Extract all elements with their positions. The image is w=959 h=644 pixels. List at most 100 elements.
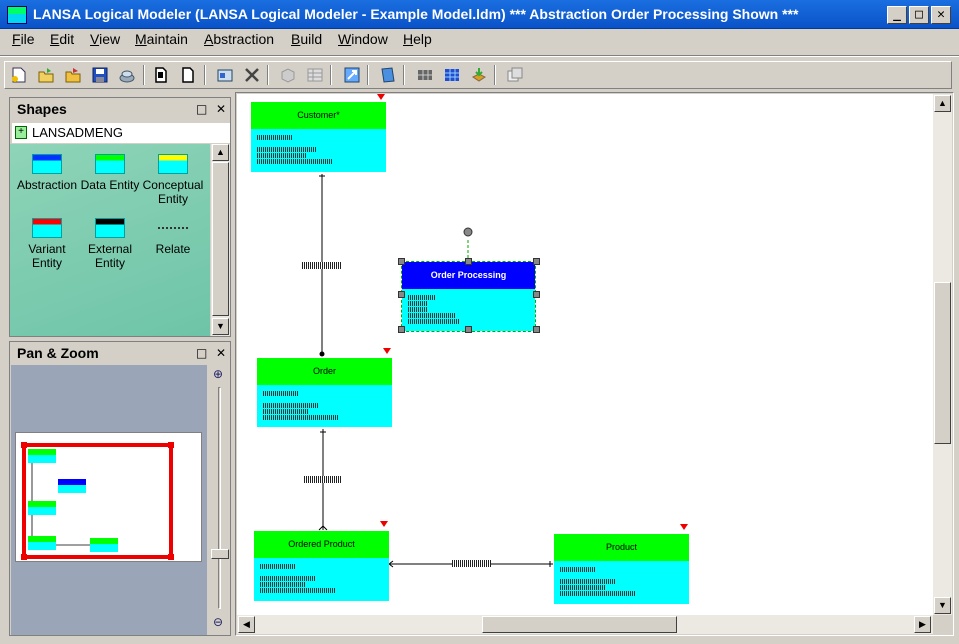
pan-zoom-maximize-icon[interactable]: □	[196, 346, 207, 360]
scrollbar-corner	[933, 615, 952, 634]
pan-zoom-close-icon[interactable]: ✕	[216, 346, 226, 360]
relate-icon	[158, 218, 188, 229]
vertical-scroll-thumb[interactable]	[934, 282, 951, 444]
toolbar-separator	[367, 65, 369, 85]
document-icon[interactable]	[152, 66, 170, 84]
entity-order[interactable]: Order	[257, 358, 392, 427]
menu-build[interactable]: Build	[291, 31, 322, 47]
canvas-vertical-scrollbar[interactable]: ▲ ▼	[933, 94, 952, 615]
copy-icon[interactable]	[506, 66, 524, 84]
zoom-slider[interactable]: ⊕ ⊖	[209, 365, 231, 635]
conceptual-entity-icon	[158, 154, 188, 174]
diagram-canvas[interactable]: Customer* Order Processing Order Ordered…	[237, 94, 933, 615]
shape-variant-entity[interactable]: Variant Entity	[12, 218, 82, 270]
grid-icon[interactable]	[306, 66, 324, 84]
shapes-gallery: Abstraction Data Entity Conceptual Entit…	[10, 144, 210, 336]
deploy-icon[interactable]	[470, 66, 488, 84]
relationship-label[interactable]	[302, 262, 341, 269]
cube-icon[interactable]	[279, 66, 297, 84]
pan-zoom-view[interactable]	[11, 365, 207, 635]
shape-relate[interactable]: Relate	[138, 218, 208, 256]
save-icon[interactable]	[91, 66, 109, 84]
toolbar-separator	[403, 65, 405, 85]
toolbar-separator	[267, 65, 269, 85]
menu-abstraction[interactable]: Abstraction	[204, 31, 274, 47]
new-page-icon[interactable]	[179, 66, 197, 84]
build-table-icon[interactable]	[416, 66, 434, 84]
shapes-scroll-up-icon[interactable]: ▲	[212, 144, 229, 161]
toolbar-separator	[204, 65, 206, 85]
canvas-horizontal-scrollbar[interactable]: ◀ ▶	[237, 615, 933, 634]
resize-handle[interactable]	[398, 258, 405, 265]
menu-view[interactable]: View	[90, 31, 120, 47]
library-selector[interactable]: + LANSADMENG	[12, 123, 230, 143]
new-model-icon[interactable]	[10, 66, 28, 84]
horizontal-scroll-thumb[interactable]	[482, 616, 677, 633]
entity-marker	[377, 94, 385, 100]
relationship-label[interactable]	[452, 560, 491, 567]
delete-icon[interactable]	[243, 66, 261, 84]
entity-attributes	[254, 558, 389, 601]
abstraction-icon	[32, 154, 62, 174]
shapes-panel: Shapes □ ✕ + LANSADMENG Abstraction Data…	[9, 97, 231, 337]
menu-help[interactable]: Help	[403, 31, 432, 47]
window-title: LANSA Logical Modeler (LANSA Logical Mod…	[33, 6, 799, 22]
scroll-down-icon[interactable]: ▼	[934, 597, 951, 614]
close-button[interactable]: ✕	[931, 6, 951, 24]
open-recent-icon[interactable]	[64, 66, 82, 84]
minimize-button[interactable]: _	[887, 6, 907, 24]
zoom-out-icon[interactable]: ⊖	[213, 615, 223, 629]
scroll-right-icon[interactable]: ▶	[914, 616, 931, 633]
build-grid-icon[interactable]	[443, 66, 461, 84]
menu-divider	[0, 55, 959, 57]
shapes-panel-maximize-icon[interactable]: □	[196, 102, 207, 116]
resize-handle[interactable]	[398, 291, 405, 298]
entity-attributes	[257, 385, 392, 427]
shapes-scrollbar[interactable]: ▲ ▼	[211, 144, 230, 336]
resize-handle[interactable]	[465, 326, 472, 333]
shapes-scroll-down-icon[interactable]: ▼	[212, 318, 229, 335]
maximize-button[interactable]: □	[909, 6, 929, 24]
toolbar-separator	[494, 65, 496, 85]
relationship-label[interactable]	[304, 476, 342, 483]
shape-conceptual-entity[interactable]: Conceptual Entity	[138, 154, 208, 206]
shape-abstraction[interactable]: Abstraction	[12, 154, 82, 192]
resize-handle[interactable]	[465, 258, 472, 265]
resize-handle[interactable]	[398, 326, 405, 333]
menu-edit[interactable]: Edit	[50, 31, 74, 47]
repository-icon[interactable]	[118, 66, 136, 84]
menu-maintain[interactable]: Maintain	[135, 31, 188, 47]
menu-window[interactable]: Window	[338, 31, 388, 47]
library-name: LANSADMENG	[32, 125, 124, 140]
book-icon[interactable]	[379, 66, 397, 84]
menu-file[interactable]: File	[12, 31, 35, 47]
shape-label: Data Entity	[80, 178, 140, 192]
entity-customer[interactable]: Customer*	[251, 102, 386, 172]
zoom-window-icon[interactable]	[343, 66, 361, 84]
shapes-panel-close-icon[interactable]: ✕	[216, 102, 226, 116]
properties-icon[interactable]	[216, 66, 234, 84]
scroll-up-icon[interactable]: ▲	[934, 95, 951, 112]
entity-ordered-product[interactable]: Ordered Product	[254, 531, 389, 601]
open-folder-icon[interactable]	[37, 66, 55, 84]
entity-order-processing[interactable]: Order Processing	[401, 261, 536, 332]
shapes-scroll-thumb[interactable]	[212, 162, 229, 316]
resize-handle[interactable]	[533, 291, 540, 298]
external-entity-icon	[95, 218, 125, 238]
entity-marker	[383, 348, 391, 354]
shape-external-entity[interactable]: External Entity	[75, 218, 145, 270]
shape-data-entity[interactable]: Data Entity	[75, 154, 145, 192]
scroll-left-icon[interactable]: ◀	[238, 616, 255, 633]
overview-thumbnail[interactable]	[15, 432, 202, 562]
zoom-in-icon[interactable]: ⊕	[213, 367, 223, 381]
entity-attributes	[554, 561, 689, 604]
overview-diagram	[21, 442, 174, 560]
zoom-slider-thumb[interactable]	[211, 549, 229, 559]
entity-product[interactable]: Product	[554, 534, 689, 604]
resize-handle[interactable]	[533, 326, 540, 333]
resize-handle[interactable]	[533, 258, 540, 265]
toolbar	[4, 61, 952, 89]
title-bar[interactable]: LANSA Logical Modeler (LANSA Logical Mod…	[0, 0, 959, 29]
entity-title: Ordered Product	[254, 531, 389, 558]
entity-attributes	[402, 289, 535, 331]
